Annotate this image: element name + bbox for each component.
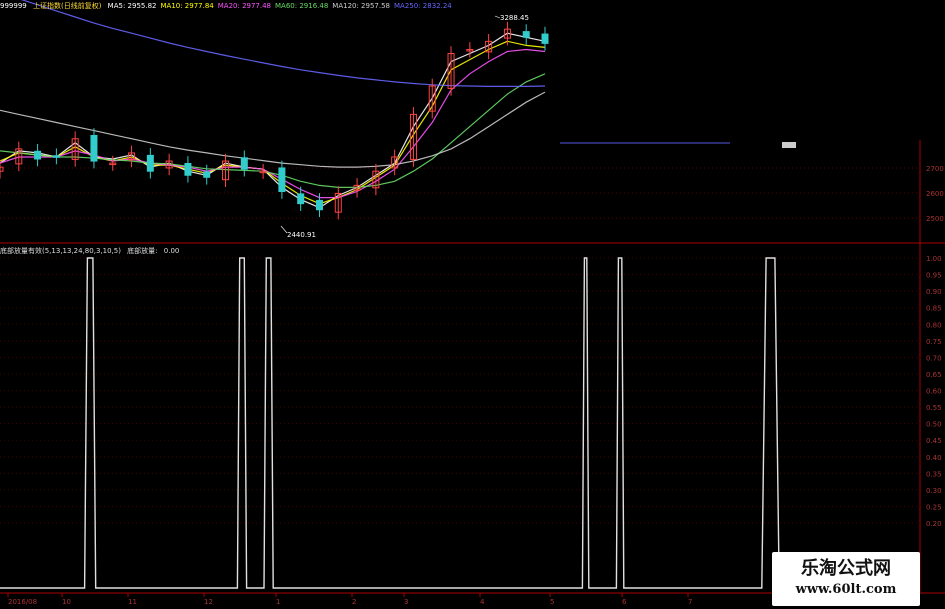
small-candle-cluster — [782, 142, 796, 148]
price-panel: 3288.45 2440.91 — [0, 0, 796, 239]
stock-name: 上证指数(日线前复权) — [32, 2, 102, 10]
candle-body — [297, 193, 305, 205]
indicator-tick-label: 0.95 — [926, 272, 942, 280]
indicator-tick-label: 0.90 — [926, 288, 942, 296]
x-tick-label: 6 — [622, 598, 627, 606]
watermark-title: 乐淘公式网 — [801, 558, 891, 579]
ma-line-ma250 — [20, 0, 546, 88]
indicator-header: 底部放量有效(5,13,13,24,80,3,10,5) 底部放量: 0.00 — [0, 245, 920, 257]
indicator-label: 底部放量: — [127, 247, 158, 255]
x-tick-label: 4 — [480, 598, 485, 606]
x-tick-label: 2 — [352, 598, 356, 606]
candle-body — [52, 155, 60, 158]
indicator-title: 底部放量有效(5,13,13,24,80,3,10,5) — [0, 247, 121, 255]
indicator-tick-label: 0.85 — [926, 305, 942, 313]
ma-line-ma20 — [0, 48, 546, 199]
candle-body — [90, 134, 98, 162]
low-annotation: 2440.91 — [287, 231, 316, 239]
stock-chart: 3288.45 2440.91 2700 2600 2500 1.00 0.95 0.90 0… — [0, 0, 945, 606]
candle-body — [315, 199, 323, 211]
stock-code: 999999 — [0, 2, 27, 10]
x-tick-label: 1 — [276, 598, 280, 606]
candle-body — [184, 162, 192, 176]
x-tick-label: 12 — [204, 598, 213, 606]
x-tick-label: 3 — [404, 598, 408, 606]
ma-legend-item: MA20: 2977.48 — [217, 2, 272, 10]
indicator-tick-label: 0.55 — [926, 404, 942, 412]
watermark-url: www.60lt.com — [795, 582, 897, 597]
indicator-tick-label: 0.65 — [926, 371, 942, 379]
ma-legend-item: MA120: 2957.58 — [332, 2, 391, 10]
candle-body — [203, 171, 211, 178]
chart-grid — [0, 140, 945, 594]
price-tick-label: 2500 — [926, 215, 944, 223]
x-tick-label: 11 — [128, 598, 137, 606]
indicator-tick-label: 0.70 — [926, 354, 942, 362]
x-tick-label: 2016/08 — [8, 598, 37, 606]
indicator-tick-label: 0.30 — [926, 487, 942, 495]
x-tick-label: 10 — [62, 598, 71, 606]
candle-body — [522, 31, 530, 38]
x-tick-label: 5 — [550, 598, 554, 606]
candle-body — [541, 33, 549, 44]
indicator-tick-label: 0.40 — [926, 454, 942, 462]
ma-legend: MA5: 2955.82 MA10: 2977.84 MA20: 2977.48 MA… — [108, 2, 456, 10]
low-annotation-pointer — [280, 225, 288, 234]
indicator-tick-label: 0.80 — [926, 321, 942, 329]
ma-legend-item: MA5: 2955.82 — [107, 2, 157, 10]
indicator-tick-label: 0.25 — [926, 503, 942, 511]
ma-line-ma60 — [0, 73, 546, 188]
candle-body — [240, 157, 248, 170]
candle-body — [34, 150, 42, 160]
ma-legend-item: MA250: 2832.24 — [394, 2, 452, 10]
candle-body — [146, 154, 154, 172]
indicator-tick-label: 1.00 — [926, 255, 942, 263]
watermark: 乐淘公式网 www.60lt.com — [772, 552, 920, 606]
ma-line-ma5 — [0, 32, 546, 209]
indicator-tick-label: 0.50 — [926, 421, 942, 429]
indicator-tick-label: 0.35 — [926, 470, 942, 478]
price-tick-label: 2600 — [926, 190, 944, 198]
high-annotation: 3288.45 — [500, 14, 529, 22]
price-header: 999999 上证指数(日线前复权) MA5: 2955.82 MA10: 297… — [0, 0, 920, 12]
axis-labels: 2700 2600 2500 1.00 0.95 0.90 0.85 0.80 0.75 0.70… — [7, 165, 944, 606]
ma-line-ma10 — [0, 40, 546, 205]
ma-legend-item: MA60: 2916.48 — [275, 2, 329, 10]
indicator-tick-label: 0.60 — [926, 388, 942, 396]
indicator-tick-label: 0.20 — [926, 520, 942, 528]
price-tick-label: 2700 — [926, 165, 944, 173]
ma-legend-item: MA10: 2977.84 — [160, 2, 214, 10]
x-tick-label: 7 — [688, 598, 692, 606]
candle-body — [278, 167, 286, 192]
ma-line-ma120 — [0, 91, 546, 168]
indicator-tick-label: 0.75 — [926, 338, 942, 346]
indicator-value: 0.00 — [163, 247, 180, 255]
indicator-tick-label: 0.45 — [926, 437, 942, 445]
